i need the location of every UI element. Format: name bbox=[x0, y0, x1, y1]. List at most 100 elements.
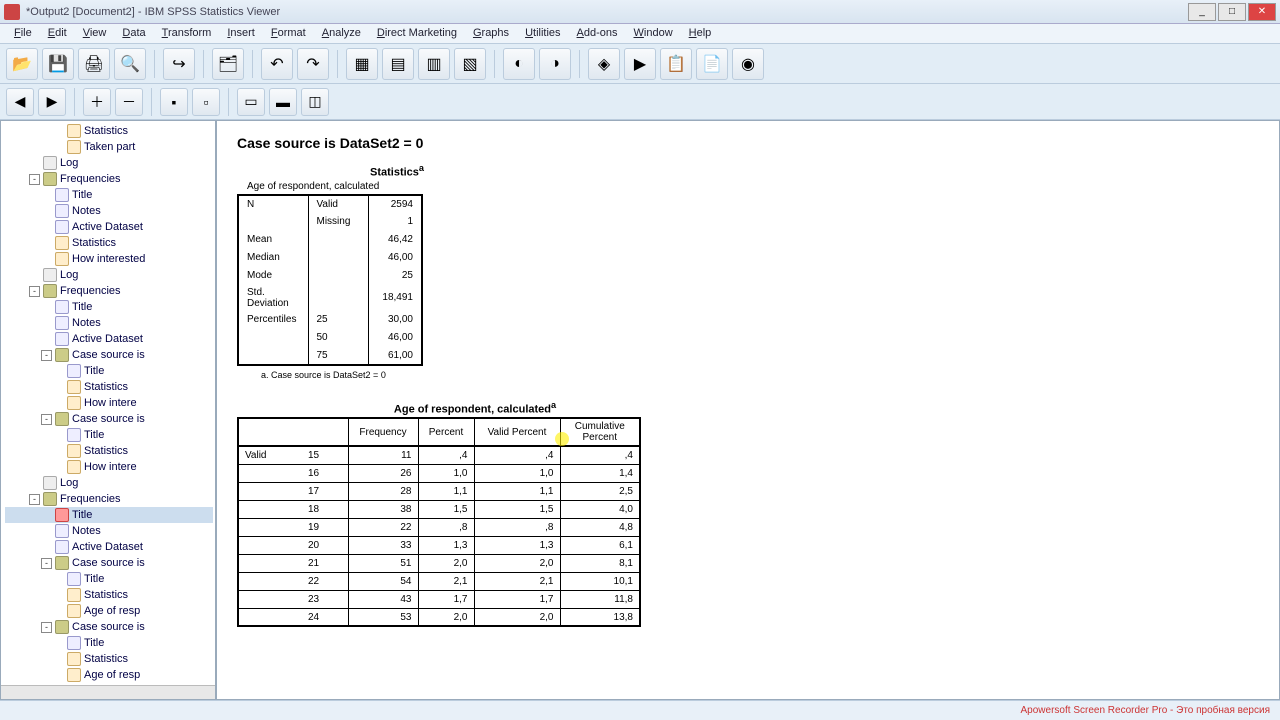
tree-item[interactable]: -Case source is bbox=[5, 347, 213, 363]
save-button[interactable]: 💾 bbox=[42, 48, 74, 80]
statusbar: Apowersoft Screen Recorder Pro - Это про… bbox=[0, 700, 1280, 720]
maximize-button[interactable]: □ bbox=[1218, 3, 1246, 21]
print-preview-button[interactable]: 🔍 bbox=[114, 48, 146, 80]
run-button[interactable]: ▶ bbox=[624, 48, 656, 80]
frequency-table[interactable]: FrequencyPercentValid PercentCumulative … bbox=[237, 417, 641, 627]
tree-item[interactable]: Log bbox=[5, 267, 213, 283]
menu-data[interactable]: Data bbox=[114, 24, 153, 43]
tree-item[interactable]: Notes bbox=[5, 315, 213, 331]
promote-button[interactable]: ＋ bbox=[83, 88, 111, 116]
print-button[interactable]: 🖨 bbox=[78, 48, 110, 80]
tree-item[interactable]: Statistics bbox=[5, 443, 213, 459]
insert-button[interactable]: ◫ bbox=[301, 88, 329, 116]
menu-format[interactable]: Format bbox=[263, 24, 314, 43]
menu-help[interactable]: Help bbox=[681, 24, 720, 43]
collapse-button[interactable]: ▪ bbox=[160, 88, 188, 116]
select-cases-button[interactable]: ▧ bbox=[454, 48, 486, 80]
expand-toggle-icon[interactable]: - bbox=[41, 414, 52, 425]
tree-item[interactable]: Statistics bbox=[5, 587, 213, 603]
paste-button[interactable]: 📄 bbox=[696, 48, 728, 80]
tree-item[interactable]: Title bbox=[5, 635, 213, 651]
expand-toggle-icon[interactable]: - bbox=[29, 286, 40, 297]
open-button[interactable]: 📂 bbox=[6, 48, 38, 80]
tree-item[interactable]: How intere bbox=[5, 395, 213, 411]
hide-button[interactable]: ▬ bbox=[269, 88, 297, 116]
tree-item[interactable]: Statistics bbox=[5, 651, 213, 667]
expand-toggle-icon[interactable]: - bbox=[41, 558, 52, 569]
tree-item[interactable]: Statistics bbox=[5, 123, 213, 139]
tree-item[interactable]: Age of resp bbox=[5, 667, 213, 683]
tree-item[interactable]: Taken part bbox=[5, 139, 213, 155]
undo-button[interactable]: ↶ bbox=[261, 48, 293, 80]
tbl-icon bbox=[67, 588, 81, 602]
minimize-button[interactable]: _ bbox=[1188, 3, 1216, 21]
tree-item[interactable]: Title bbox=[5, 427, 213, 443]
tree-item-label: Log bbox=[60, 157, 78, 169]
tree-item[interactable]: -Frequencies bbox=[5, 171, 213, 187]
tree-item[interactable]: Log bbox=[5, 475, 213, 491]
menu-utilities[interactable]: Utilities bbox=[517, 24, 568, 43]
value-labels-button[interactable]: ◐ bbox=[503, 48, 535, 80]
variables-button[interactable]: ▥ bbox=[418, 48, 450, 80]
goto-data-button[interactable]: ▦ bbox=[346, 48, 378, 80]
expand-toggle-icon[interactable]: - bbox=[29, 174, 40, 185]
tree-item-label: Age of resp bbox=[84, 669, 140, 681]
use-sets-button[interactable]: ◑ bbox=[539, 48, 571, 80]
tree-item[interactable]: -Case source is bbox=[5, 411, 213, 427]
tree-item-label: Title bbox=[84, 365, 104, 377]
menu-insert[interactable]: Insert bbox=[219, 24, 263, 43]
statistics-table[interactable]: NValid2594Missing1Mean46,42Median46,00Mo… bbox=[237, 194, 423, 366]
tree-item[interactable]: -Case source is bbox=[5, 555, 213, 571]
tree-item[interactable]: Title bbox=[5, 363, 213, 379]
show-button[interactable]: ▭ bbox=[237, 88, 265, 116]
output-content-pane[interactable]: Case source is DataSet2 = 0 Statisticsa … bbox=[216, 120, 1280, 700]
menu-transform[interactable]: Transform bbox=[154, 24, 220, 43]
recall-dialog-button[interactable]: 🗂 bbox=[212, 48, 244, 80]
tree-item[interactable]: Active Dataset bbox=[5, 219, 213, 235]
outline-tree[interactable]: StatisticsTaken partLog-FrequenciesTitle… bbox=[1, 121, 215, 685]
nav-back-button[interactable]: ◀ bbox=[6, 88, 34, 116]
tree-item[interactable]: -Frequencies bbox=[5, 283, 213, 299]
tree-item[interactable]: Title bbox=[5, 187, 213, 203]
expand-button[interactable]: ▫ bbox=[192, 88, 220, 116]
tree-item[interactable]: Title bbox=[5, 507, 213, 523]
menu-edit[interactable]: Edit bbox=[40, 24, 75, 43]
help-button[interactable]: ◉ bbox=[732, 48, 764, 80]
tree-item[interactable]: How interested bbox=[5, 251, 213, 267]
nav-forward-button[interactable]: ▶ bbox=[38, 88, 66, 116]
tree-item[interactable]: Statistics bbox=[5, 379, 213, 395]
menu-file[interactable]: File bbox=[6, 24, 40, 43]
tree-item[interactable]: Notes bbox=[5, 203, 213, 219]
expand-toggle-icon[interactable]: - bbox=[41, 350, 52, 361]
export-button[interactable]: ↪ bbox=[163, 48, 195, 80]
menu-window[interactable]: Window bbox=[626, 24, 681, 43]
menu-analyze[interactable]: Analyze bbox=[314, 24, 369, 43]
tree-item[interactable]: -Frequencies bbox=[5, 491, 213, 507]
goto-case-button[interactable]: ▤ bbox=[382, 48, 414, 80]
tree-item[interactable]: How intere bbox=[5, 459, 213, 475]
menu-add-ons[interactable]: Add-ons bbox=[569, 24, 626, 43]
designate-window-button[interactable]: ◈ bbox=[588, 48, 620, 80]
close-button[interactable]: ✕ bbox=[1248, 3, 1276, 21]
tree-item[interactable]: Age of resp bbox=[5, 603, 213, 619]
tree-item[interactable]: Title bbox=[5, 571, 213, 587]
menu-direct-marketing[interactable]: Direct Marketing bbox=[369, 24, 465, 43]
page-icon bbox=[55, 332, 69, 346]
tree-item[interactable]: -Case source is bbox=[5, 619, 213, 635]
menu-graphs[interactable]: Graphs bbox=[465, 24, 517, 43]
tree-scrollbar-h[interactable] bbox=[1, 685, 215, 699]
tree-item[interactable]: Title bbox=[5, 299, 213, 315]
separator bbox=[494, 50, 495, 78]
tree-item[interactable]: Log bbox=[5, 155, 213, 171]
tree-item[interactable]: Notes bbox=[5, 523, 213, 539]
tree-item[interactable]: Active Dataset bbox=[5, 331, 213, 347]
redo-button[interactable]: ↷ bbox=[297, 48, 329, 80]
copy-button[interactable]: 📋 bbox=[660, 48, 692, 80]
expand-toggle-icon[interactable]: - bbox=[29, 494, 40, 505]
expand-toggle-icon[interactable]: - bbox=[41, 622, 52, 633]
demote-button[interactable]: － bbox=[115, 88, 143, 116]
tree-item[interactable]: Statistics bbox=[5, 235, 213, 251]
main-area: StatisticsTaken partLog-FrequenciesTitle… bbox=[0, 120, 1280, 700]
menu-view[interactable]: View bbox=[75, 24, 115, 43]
tree-item[interactable]: Active Dataset bbox=[5, 539, 213, 555]
